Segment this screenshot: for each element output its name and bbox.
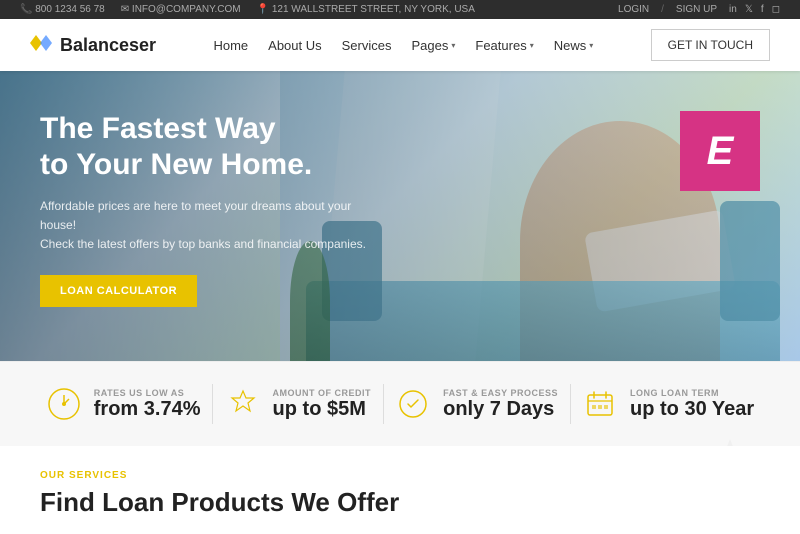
linkedin-icon[interactable]: in: [729, 4, 737, 15]
credit-label: AMOUNT OF CREDIT: [273, 388, 372, 398]
address-info: 📍 121 WALLSTREET STREET, NY YORK, USA: [257, 4, 475, 15]
nav-about[interactable]: About Us: [268, 38, 321, 53]
hero-subtitle: Affordable prices are here to meet your …: [40, 197, 380, 255]
location-icon: 📍: [257, 4, 269, 15]
services-section: OUR SERVICES Find Loan Products We Offer: [0, 446, 800, 534]
process-text: FAST & EASY PROCESS only 7 Days: [443, 388, 558, 421]
stat-credit: AMOUNT OF CREDIT up to $5M: [225, 386, 372, 422]
rates-icon: [46, 386, 82, 422]
rates-label: RATES US LOW AS: [94, 388, 201, 398]
rates-value: from 3.74%: [94, 398, 201, 421]
email-info: ✉ INFO@COMPANY.COM: [121, 4, 241, 15]
hero-title: The Fastest Way to Your New Home.: [40, 111, 380, 183]
nav-news[interactable]: News ▾: [554, 38, 594, 53]
services-label: OUR SERVICES: [40, 470, 760, 481]
pages-dropdown-arrow: ▾: [451, 41, 455, 50]
credit-text: AMOUNT OF CREDIT up to $5M: [273, 388, 372, 421]
hero-content: The Fastest Way to Your New Home. Afford…: [40, 111, 380, 307]
nav-pages[interactable]: Pages ▾: [412, 38, 456, 53]
logo-text: Balanceser: [60, 35, 156, 56]
signup-link[interactable]: SIGN UP: [676, 4, 717, 15]
top-bar-right: LOGIN / SIGN UP in 𝕏 f ◻: [618, 4, 780, 15]
services-title: Find Loan Products We Offer: [40, 487, 760, 518]
elementor-badge: E: [680, 111, 760, 191]
stat-term: LONG LOAN TERM up to 30 Year: [582, 386, 754, 422]
term-icon: [582, 386, 618, 422]
email-icon: ✉: [121, 4, 129, 15]
phone-info: 📞 800 1234 56 78: [20, 4, 105, 15]
term-value: up to 30 Year: [630, 398, 754, 421]
main-nav: Home About Us Services Pages ▾ Features …: [213, 38, 593, 53]
facebook-icon[interactable]: f: [761, 4, 764, 15]
instagram-icon[interactable]: ◻: [772, 4, 780, 15]
logo: Balanceser: [30, 34, 156, 57]
hero-section: E The Fastest Way to Your New Home. Affo…: [0, 71, 800, 361]
process-value: only 7 Days: [443, 398, 558, 421]
credit-value: up to $5M: [273, 398, 372, 421]
nav-features[interactable]: Features ▾: [475, 38, 533, 53]
get-in-touch-button[interactable]: GET IN TOUCH: [651, 29, 770, 61]
process-label: FAST & EASY PROCESS: [443, 388, 558, 398]
nav-services[interactable]: Services: [342, 38, 392, 53]
term-label: LONG LOAN TERM: [630, 388, 754, 398]
logo-icon: [30, 34, 54, 57]
stat-divider-3: [570, 384, 571, 424]
credit-icon: [225, 386, 261, 422]
nav-home[interactable]: Home: [213, 38, 248, 53]
process-icon: [395, 386, 431, 422]
term-text: LONG LOAN TERM up to 30 Year: [630, 388, 754, 421]
twitter-icon[interactable]: 𝕏: [745, 4, 753, 15]
header: Balanceser Home About Us Services Pages …: [0, 19, 800, 71]
elementor-icon: E: [707, 129, 734, 174]
bottom-area: RATES US LOW AS from 3.74% AMOUNT OF CRE…: [0, 361, 800, 534]
stat-divider-2: [383, 384, 384, 424]
rates-text: RATES US LOW AS from 3.74%: [94, 388, 201, 421]
stats-bar: RATES US LOW AS from 3.74% AMOUNT OF CRE…: [0, 361, 800, 446]
top-bar-left: 📞 800 1234 56 78 ✉ INFO@COMPANY.COM 📍 12…: [20, 4, 475, 15]
news-dropdown-arrow: ▾: [589, 41, 593, 50]
stat-rates: RATES US LOW AS from 3.74%: [46, 386, 201, 422]
phone-icon: 📞: [20, 4, 32, 15]
top-bar: 📞 800 1234 56 78 ✉ INFO@COMPANY.COM 📍 12…: [0, 0, 800, 19]
features-dropdown-arrow: ▾: [530, 41, 534, 50]
loan-calculator-button[interactable]: LOAN CALCULATOR: [40, 275, 197, 307]
stat-divider-1: [212, 384, 213, 424]
social-icons: in 𝕏 f ◻: [729, 4, 780, 15]
stat-process: FAST & EASY PROCESS only 7 Days: [395, 386, 558, 422]
login-link[interactable]: LOGIN: [618, 4, 649, 15]
